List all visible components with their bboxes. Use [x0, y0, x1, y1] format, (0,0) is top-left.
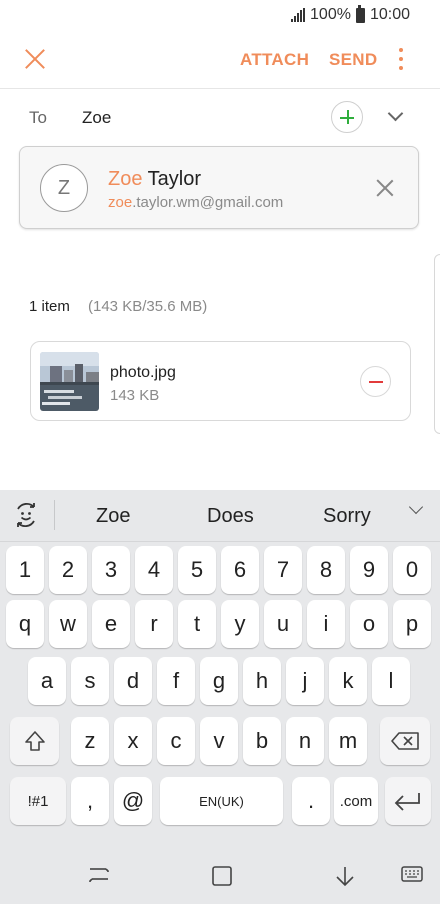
chevron-down-icon[interactable] — [408, 504, 426, 516]
key[interactable]: 5 — [178, 546, 216, 594]
shift-key[interactable] — [10, 717, 59, 765]
contact-name-match: Zoe — [108, 168, 143, 190]
key[interactable]: 9 — [350, 546, 388, 594]
emoji-icon[interactable] — [12, 501, 40, 529]
comma-key[interactable]: , — [71, 777, 109, 825]
attachment-count: 1 item — [29, 298, 70, 315]
key[interactable]: 1 — [6, 546, 44, 594]
status-bar: 100% 10:00 — [0, 0, 440, 32]
navigation-bar — [0, 845, 440, 904]
contact-email-rest: .taylor.wm@gmail.com — [132, 194, 284, 211]
period-key[interactable]: . — [292, 777, 330, 825]
battery-icon — [355, 4, 365, 23]
key[interactable]: 8 — [307, 546, 345, 594]
contact-email: zoe.taylor.wm@gmail.com — [108, 194, 283, 211]
compose-toolbar: ATTACH SEND — [0, 32, 440, 88]
backspace-key[interactable] — [380, 717, 430, 765]
backspace-icon — [391, 732, 419, 750]
key[interactable]: m — [329, 717, 367, 765]
symbols-key[interactable]: !#1 — [10, 777, 66, 825]
key[interactable]: v — [200, 717, 238, 765]
photo-thumbnail — [40, 352, 99, 411]
enter-icon — [394, 793, 420, 811]
contact-suggestion[interactable]: Z Zoe Taylor zoe.taylor.wm@gmail.com — [19, 146, 419, 229]
key[interactable]: r — [135, 600, 173, 648]
key[interactable]: 2 — [49, 546, 87, 594]
recent-apps-icon[interactable] — [88, 865, 110, 890]
suggestion-word[interactable]: Zoe — [96, 505, 130, 528]
chevron-down-icon[interactable] — [386, 108, 406, 122]
space-key[interactable]: EN(UK) — [160, 777, 283, 825]
key[interactable]: n — [286, 717, 324, 765]
contact-email-match: zoe — [108, 194, 133, 211]
key[interactable]: i — [307, 600, 345, 648]
avatar: Z — [40, 164, 88, 212]
key[interactable]: b — [243, 717, 281, 765]
key[interactable]: u — [264, 600, 302, 648]
contact-name-rest: Taylor — [142, 168, 202, 190]
at-key[interactable]: @ — [114, 777, 152, 825]
clock: 10:00 — [369, 6, 410, 23]
suggestion-bar: Zoe Does Sorry — [0, 490, 440, 542]
suggestion-word[interactable]: Sorry — [323, 505, 371, 528]
key[interactable]: e — [92, 600, 130, 648]
key[interactable]: p — [393, 600, 431, 648]
key[interactable]: z — [71, 717, 109, 765]
dotcom-key[interactable]: .com — [334, 777, 378, 825]
key[interactable]: j — [286, 657, 324, 705]
attachment-size-total: (143 KB/35.6 MB) — [88, 298, 208, 315]
key[interactable]: k — [329, 657, 367, 705]
attachment-name: photo.jpg — [110, 364, 176, 381]
key[interactable]: 3 — [92, 546, 130, 594]
contact-name: Zoe Taylor — [108, 168, 201, 191]
remove-attachment-button[interactable] — [360, 366, 391, 397]
key[interactable]: g — [200, 657, 238, 705]
key[interactable]: 4 — [135, 546, 173, 594]
keyboard-switch-icon[interactable] — [401, 865, 423, 888]
suggestion-word[interactable]: Does — [207, 505, 254, 528]
signal-icon — [291, 8, 306, 22]
key[interactable]: l — [372, 657, 410, 705]
to-label: To — [29, 108, 47, 127]
close-icon[interactable] — [376, 179, 394, 197]
more-options-icon[interactable] — [392, 48, 410, 70]
attach-button[interactable]: ATTACH — [240, 50, 309, 70]
add-recipient-button[interactable] — [331, 101, 363, 133]
attachment-file-size: 143 KB — [110, 387, 160, 404]
key[interactable]: c — [157, 717, 195, 765]
key[interactable]: y — [221, 600, 259, 648]
home-icon[interactable] — [211, 865, 233, 892]
key[interactable]: h — [243, 657, 281, 705]
key[interactable]: q — [6, 600, 44, 648]
back-icon[interactable] — [334, 865, 356, 892]
keyboard: Zoe Does Sorry 1 2 3 4 5 6 7 8 9 0 q w e… — [0, 490, 440, 845]
shift-icon — [24, 731, 45, 751]
send-button[interactable]: SEND — [329, 50, 377, 70]
key[interactable]: 6 — [221, 546, 259, 594]
key[interactable]: a — [28, 657, 66, 705]
key[interactable]: o — [350, 600, 388, 648]
key[interactable]: d — [114, 657, 152, 705]
key[interactable]: f — [157, 657, 195, 705]
battery-percent: 100% — [310, 6, 351, 23]
key[interactable]: x — [114, 717, 152, 765]
key[interactable]: t — [178, 600, 216, 648]
key[interactable]: 7 — [264, 546, 302, 594]
edge-panel-handle[interactable] — [434, 254, 440, 434]
divider — [0, 88, 440, 89]
close-icon[interactable] — [22, 46, 48, 72]
key[interactable]: s — [71, 657, 109, 705]
recipient-input[interactable] — [82, 108, 312, 128]
key[interactable]: w — [49, 600, 87, 648]
attachment-item[interactable]: photo.jpg 143 KB — [30, 341, 411, 421]
key[interactable]: 0 — [393, 546, 431, 594]
enter-key[interactable] — [385, 777, 431, 825]
separator — [54, 500, 55, 530]
